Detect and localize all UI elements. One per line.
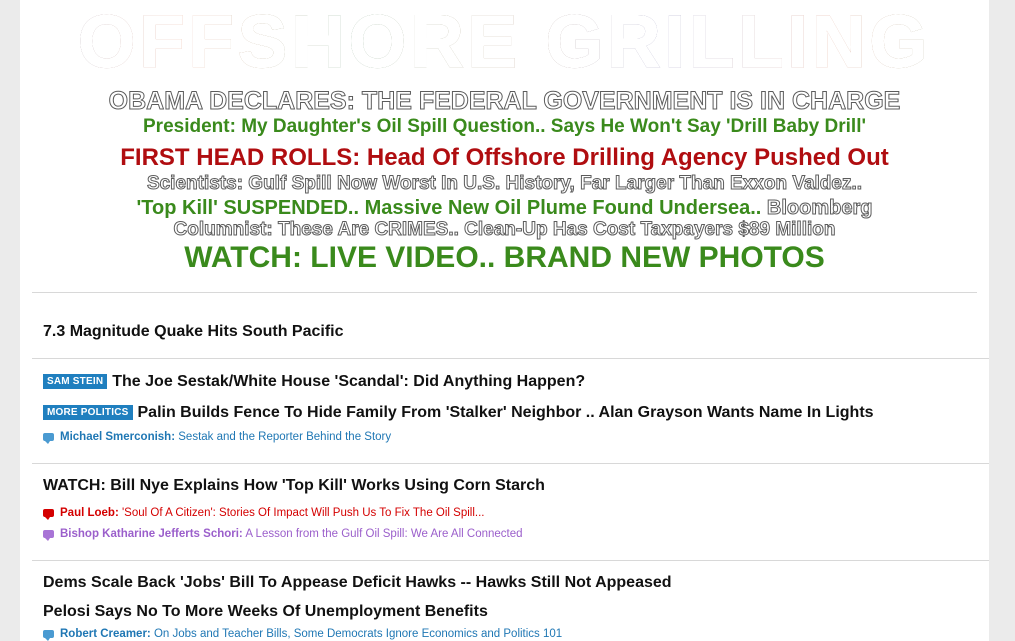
blog-schori: Bishop Katharine Jefferts Schori: A Less…: [43, 528, 523, 541]
splash-headline-scientists[interactable]: Scientists: Gulf Spill Now Worst In U.S.…: [20, 173, 989, 195]
splash-headline-crimes[interactable]: Columnist: These Are CRIMES.. Clean-Up H…: [20, 219, 989, 241]
badge-more-politics[interactable]: MORE POLITICS: [43, 405, 133, 420]
splash-mega-headline[interactable]: OFFSHORE GRILLING: [20, 1, 989, 82]
blog-title-link[interactable]: On Jobs and Teacher Bills, Some Democrat…: [154, 628, 562, 640]
comment-bubble-icon: [43, 630, 54, 641]
divider: [32, 463, 989, 464]
blog-creamer: Robert Creamer: On Jobs and Teacher Bill…: [43, 628, 562, 641]
badge-sam-stein[interactable]: SAM STEIN: [43, 374, 108, 389]
splash-headline-obama[interactable]: OBAMA DECLARES: THE FEDERAL GOVERNMENT I…: [20, 87, 989, 116]
story-palin-link[interactable]: Palin Builds Fence To Hide Family From '…: [138, 404, 874, 421]
story-sestak: SAM STEIN The Joe Sestak/White House 'Sca…: [43, 373, 585, 391]
story-sestak-link[interactable]: The Joe Sestak/White House 'Scandal': Di…: [112, 373, 585, 390]
blog-author-link[interactable]: Paul Loeb:: [60, 507, 119, 519]
splash-headline-daughter[interactable]: President: My Daughter's Oil Spill Quest…: [20, 116, 989, 138]
splash-headline-top-kill-link[interactable]: 'Top Kill' SUSPENDED.. Massive New Oil P…: [137, 197, 762, 219]
page-content: OFFSHORE GRILLING OBAMA DECLARES: THE FE…: [20, 0, 989, 641]
blog-title-link[interactable]: A Lesson from the Gulf Oil Spill: We Are…: [245, 528, 522, 540]
story-bill-nye[interactable]: WATCH: Bill Nye Explains How 'Top Kill' …: [43, 477, 545, 495]
splash-headline-first-head-rolls[interactable]: FIRST HEAD ROLLS: Head Of Offshore Drill…: [20, 144, 989, 172]
blog-author-link[interactable]: Robert Creamer:: [60, 628, 151, 640]
comment-bubble-icon: [43, 530, 54, 541]
story-palin: MORE POLITICS Palin Builds Fence To Hide …: [43, 404, 874, 422]
blog-loeb: Paul Loeb: 'Soul Of A Citizen': Stories …: [43, 507, 485, 520]
splash-headline-top-kill: 'Top Kill' SUSPENDED.. Massive New Oil P…: [20, 196, 989, 220]
story-dems-jobs-bill[interactable]: Dems Scale Back 'Jobs' Bill To Appease D…: [43, 574, 672, 592]
blog-title-link[interactable]: 'Soul Of A Citizen': Stories Of Impact W…: [122, 507, 485, 519]
blog-title-link[interactable]: Sestak and the Reporter Behind the Story: [178, 431, 391, 443]
comment-bubble-icon: [43, 433, 54, 444]
splash-headline-bloomberg-link[interactable]: Bloomberg: [766, 197, 873, 220]
blog-smerconish: Michael Smerconish: Sestak and the Repor…: [43, 431, 391, 444]
divider: [32, 358, 989, 359]
blog-author-link[interactable]: Bishop Katharine Jefferts Schori:: [60, 528, 243, 540]
divider: [32, 560, 989, 561]
story-quake[interactable]: 7.3 Magnitude Quake Hits South Pacific: [43, 323, 344, 341]
comment-bubble-icon: [43, 509, 54, 520]
splash-headline-watch-live[interactable]: WATCH: LIVE VIDEO.. BRAND NEW PHOTOS: [20, 240, 989, 276]
blog-author-link[interactable]: Michael Smerconish:: [60, 431, 175, 443]
divider: [32, 292, 977, 293]
story-pelosi[interactable]: Pelosi Says No To More Weeks Of Unemploy…: [43, 603, 488, 621]
